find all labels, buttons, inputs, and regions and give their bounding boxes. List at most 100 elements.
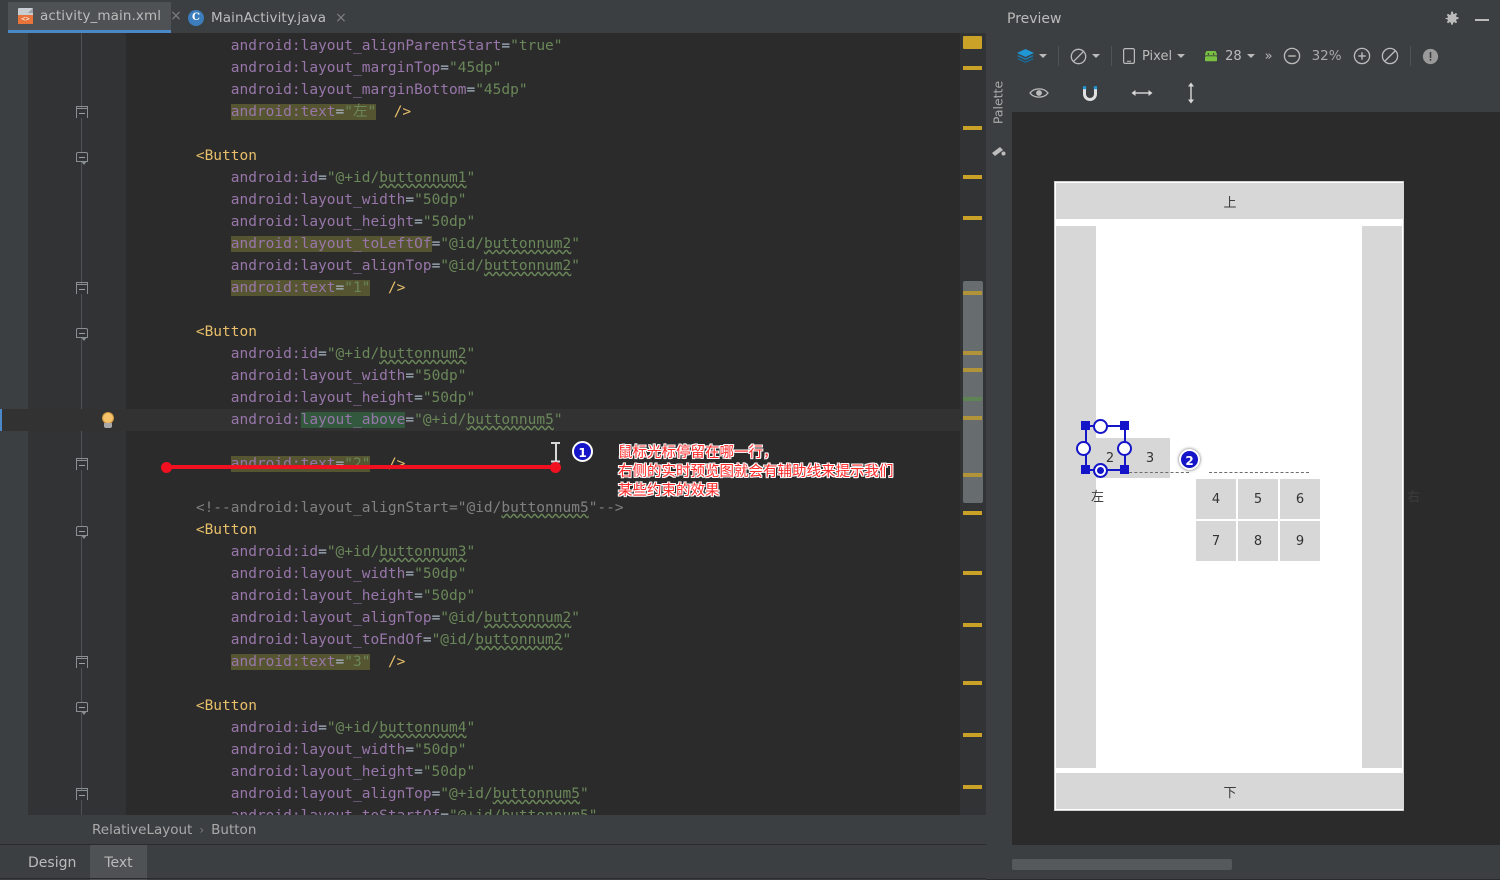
orientation-button[interactable] — [1065, 38, 1105, 74]
code-line[interactable]: android:layout_toLeftOf="@id/buttonnum2" — [126, 233, 580, 255]
code-line[interactable]: android:id="@+id/buttonnum1" — [126, 167, 475, 189]
marker-stripe[interactable] — [963, 785, 982, 789]
code-editor[interactable]: 3738394041424344454647484950515253545556… — [0, 33, 986, 815]
code-line[interactable]: android:layout_marginBottom="45dp" — [126, 79, 528, 101]
code-line[interactable]: android:layout_width="50dp" — [126, 563, 467, 585]
autoconnect-toggle[interactable] — [1076, 75, 1104, 111]
code-line[interactable]: android:layout_height="50dp" — [126, 387, 475, 409]
fold-end-icon[interactable] — [76, 106, 89, 119]
minimize-icon[interactable] — [1474, 11, 1490, 27]
device-selector[interactable]: Pixel — [1118, 38, 1190, 74]
marker-stripe[interactable] — [963, 623, 982, 627]
api-level-selector[interactable]: 28 — [1198, 38, 1260, 74]
code-line[interactable]: android:text="3" /> — [126, 651, 405, 673]
zoom-out-button[interactable] — [1278, 38, 1306, 74]
code-line[interactable]: android:layout_alignTop="@+id/buttonnum5… — [126, 783, 589, 805]
marker-stripe[interactable] — [963, 126, 982, 130]
code-line[interactable]: android:id="@+id/buttonnum2" — [126, 343, 475, 365]
fold-expand-icon[interactable] — [76, 150, 89, 165]
code-line[interactable]: android:layout_above="@+id/buttonnum5" — [126, 409, 563, 431]
code-line[interactable]: android:layout_height="50dp" — [126, 761, 475, 783]
zoom-in-button[interactable] — [1348, 38, 1376, 74]
constraint-anchor-left[interactable] — [1076, 441, 1091, 456]
fold-expand-icon[interactable] — [76, 524, 89, 539]
code-line[interactable]: android:layout_width="50dp" — [126, 739, 467, 761]
resize-handle-bl[interactable] — [1081, 465, 1090, 474]
code-line[interactable]: android:layout_height="50dp" — [126, 585, 475, 607]
warning-button[interactable] — [1417, 38, 1444, 74]
code-line[interactable]: <Button — [126, 145, 257, 167]
code-line[interactable]: android:layout_width="50dp" — [126, 365, 467, 387]
breadcrumb-item-button[interactable]: Button — [211, 822, 256, 838]
preview-button-9[interactable]: 9 — [1280, 521, 1320, 561]
horizontal-guideline-button[interactable] — [1126, 75, 1158, 111]
code-line[interactable]: android:layout_alignParentStart="true" — [126, 35, 563, 57]
code-line[interactable]: <Button — [126, 321, 257, 343]
code-line[interactable]: android:text="1" /> — [126, 277, 405, 299]
marker-stripe[interactable] — [963, 473, 982, 477]
code-line[interactable]: android:layout_toEndOf="@id/buttonnum2" — [126, 629, 572, 651]
constraint-anchor-right[interactable] — [1117, 441, 1132, 456]
marker-stripe[interactable] — [963, 175, 982, 179]
code-line[interactable]: <Button — [126, 695, 257, 717]
zoom-fit-button[interactable] — [1376, 38, 1404, 74]
constraint-anchor-top[interactable] — [1093, 419, 1108, 434]
marker-stripe[interactable] — [963, 216, 982, 220]
marker-stripe[interactable] — [963, 66, 982, 70]
code-line[interactable]: android:layout_alignTop="@id/buttonnum2" — [126, 255, 580, 277]
breadcrumb-item-relativelayout[interactable]: RelativeLayout — [92, 822, 192, 838]
code-line[interactable]: android:layout_alignTop="@id/buttonnum2" — [126, 607, 580, 629]
lightbulb-icon[interactable] — [100, 412, 116, 429]
gear-icon[interactable] — [1444, 11, 1460, 27]
preview-button-7[interactable]: 7 — [1196, 521, 1236, 561]
palette-rail[interactable]: Palette — [986, 38, 1012, 879]
code-line[interactable]: android:layout_marginTop="45dp" — [126, 57, 502, 79]
constraint-anchor-bottom-connected[interactable] — [1093, 463, 1108, 478]
marker-stripe[interactable] — [963, 571, 982, 575]
bottom-bar[interactable]: 下 — [1056, 773, 1404, 809]
editor-tab-activity-main-xml[interactable]: activity_main.xml × — [8, 2, 182, 33]
preview-button-5[interactable]: 5 — [1238, 479, 1278, 519]
fold-end-icon[interactable] — [76, 656, 89, 669]
show-blueprint-toggle[interactable] — [1024, 75, 1054, 111]
code-line[interactable]: android:text="左" /> — [126, 101, 411, 123]
resize-handle-tl[interactable] — [1081, 421, 1090, 430]
marker-stripe[interactable] — [963, 681, 982, 685]
marker-stripe[interactable] — [963, 291, 982, 295]
code-text[interactable]: android:layout_alignParentStart="true" a… — [126, 33, 986, 815]
fold-end-icon[interactable] — [76, 282, 89, 295]
resize-handle-tr[interactable] — [1120, 421, 1129, 430]
tab-design[interactable]: Design — [14, 845, 90, 880]
vertical-guideline-button[interactable] — [1180, 75, 1202, 111]
preview-button-4[interactable]: 4 — [1196, 479, 1236, 519]
right-bar[interactable] — [1362, 226, 1402, 768]
code-line[interactable]: android:id="@+id/buttonnum4" — [126, 717, 475, 739]
code-line[interactable]: android:layout_toStartOf="@+id/buttonnum… — [126, 805, 598, 815]
code-line[interactable]: <Button — [126, 519, 257, 541]
close-icon[interactable]: × — [335, 11, 347, 25]
editor-tab-mainactivity-java[interactable]: C MainActivity.java × — [178, 2, 347, 33]
marker-stripe-changed[interactable] — [963, 397, 982, 401]
palette-label[interactable]: Palette — [991, 72, 1006, 134]
fold-end-icon[interactable] — [76, 788, 89, 801]
code-line[interactable]: android:layout_width="50dp" — [126, 189, 467, 211]
preview-button-8[interactable]: 8 — [1238, 521, 1278, 561]
marker-stripe[interactable] — [963, 511, 982, 515]
toolbar-overflow-button[interactable]: » — [1260, 38, 1278, 74]
code-line[interactable]: android:id="@+id/buttonnum3" — [126, 541, 475, 563]
code-line[interactable]: android:layout_height="50dp" — [126, 211, 475, 233]
marker-stripe[interactable] — [963, 416, 982, 420]
tab-text[interactable]: Text — [90, 845, 147, 880]
code-line[interactable]: <!--android:layout_alignStart="@id/butto… — [126, 497, 624, 519]
fold-expand-icon[interactable] — [76, 700, 89, 715]
layers-button[interactable] — [1012, 38, 1052, 74]
marker-stripe[interactable] — [963, 36, 982, 49]
left-bar[interactable] — [1056, 226, 1096, 768]
editor-scrollbar[interactable] — [960, 33, 986, 815]
marker-stripe[interactable] — [963, 368, 982, 372]
top-bar[interactable]: 上 — [1056, 183, 1404, 219]
marker-stripe[interactable] — [963, 733, 982, 737]
preview-hscrollbar-thumb[interactable] — [1012, 859, 1232, 870]
scrollbar-thumb[interactable] — [963, 281, 983, 503]
fold-expand-icon[interactable] — [76, 326, 89, 341]
